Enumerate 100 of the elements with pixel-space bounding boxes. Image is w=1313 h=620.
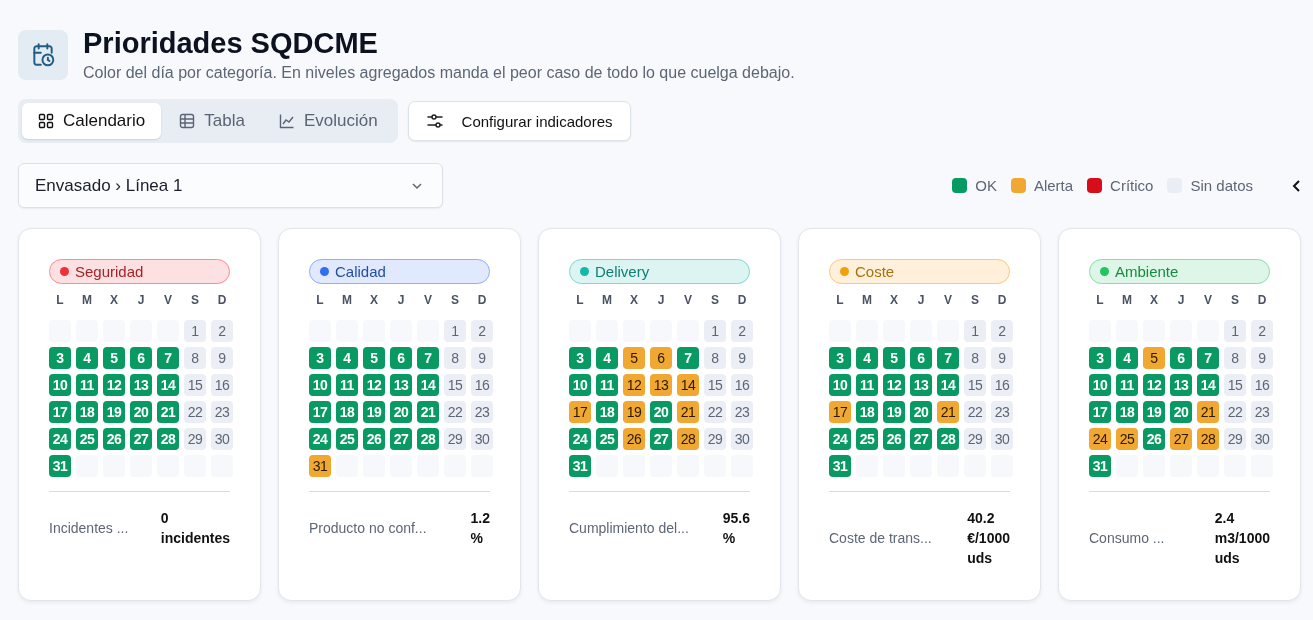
metric-label: Incidentes ...	[49, 520, 129, 536]
day-cell: 21	[677, 401, 699, 423]
day-cell: 25	[76, 428, 98, 450]
day-cell: 29	[184, 428, 206, 450]
day-cell: 10	[1089, 374, 1111, 396]
day-cell: 1	[704, 320, 726, 342]
day-cell: 7	[417, 347, 439, 369]
day-cell: 8	[184, 347, 206, 369]
day-cell: 9	[471, 347, 493, 369]
weekday-label: S	[450, 293, 460, 307]
legend-label: OK	[975, 177, 997, 194]
weekday-label: M	[861, 293, 873, 307]
weekday-label: J	[1176, 293, 1186, 307]
day-cell: 10	[569, 374, 591, 396]
weekday-label: D	[996, 293, 1008, 307]
metric-value: 95.6 %	[722, 509, 750, 548]
day-cell: 2	[211, 320, 233, 342]
weekday-label: S	[970, 293, 980, 307]
weekday-label: D	[736, 293, 748, 307]
day-cell: 21	[157, 401, 179, 423]
category-name: Delivery	[595, 263, 650, 280]
weekday-label: V	[163, 293, 173, 307]
day-cell: 28	[417, 428, 439, 450]
day-cell: 10	[49, 374, 71, 396]
view-tab[interactable]: Calendario	[22, 103, 162, 139]
legend-label: Sin datos	[1190, 177, 1253, 194]
day-cell: 18	[596, 401, 618, 423]
day-cell: 23	[1251, 401, 1273, 423]
day-cell: 2	[471, 320, 493, 342]
scope-dropdown[interactable]: Envasado › Línea 1	[18, 163, 443, 208]
day-cell: 19	[103, 401, 125, 423]
day-cell: 25	[856, 428, 878, 450]
day-cell: 29	[1224, 428, 1246, 450]
weekday-label: V	[943, 293, 953, 307]
metric-label: Cumplimiento del...	[569, 520, 689, 536]
day-cell: 9	[731, 347, 753, 369]
metric-value: 1.2 %	[470, 509, 490, 548]
day-cell: 23	[991, 401, 1013, 423]
day-cell: 4	[1116, 347, 1138, 369]
day-cell: 11	[1116, 374, 1138, 396]
day-cell: 17	[49, 401, 71, 423]
day-cell: 11	[336, 374, 358, 396]
day-cell: 27	[130, 428, 152, 450]
day-cell: 15	[184, 374, 206, 396]
weekday-label: S	[710, 293, 720, 307]
day-cell: 3	[1089, 347, 1111, 369]
weekday-label: X	[1149, 293, 1159, 307]
day-cell: 20	[650, 401, 672, 423]
view-tab[interactable]: Tabla	[163, 103, 261, 139]
chevron-left-icon[interactable]	[1291, 178, 1301, 193]
day-cell: 31	[49, 455, 71, 477]
weekday-label: D	[1256, 293, 1268, 307]
day-cell: 30	[991, 428, 1013, 450]
day-cell: 30	[731, 428, 753, 450]
day-cell: 17	[1089, 401, 1111, 423]
day-cell: 25	[336, 428, 358, 450]
day-cell: 27	[650, 428, 672, 450]
weekday-label: V	[423, 293, 433, 307]
day-cell: 31	[569, 455, 591, 477]
day-cell: 23	[731, 401, 753, 423]
metric-value: 40.2 €/1000 uds	[967, 509, 1010, 568]
weekday-label: X	[889, 293, 899, 307]
day-cell: 29	[444, 428, 466, 450]
day-cell: 13	[390, 374, 412, 396]
day-cell: 6	[130, 347, 152, 369]
day-cell: 19	[883, 401, 905, 423]
day-cell: 12	[623, 374, 645, 396]
day-cell: 25	[596, 428, 618, 450]
day-cell: 31	[1089, 455, 1111, 477]
day-cell: 12	[1143, 374, 1165, 396]
day-cell: 26	[363, 428, 385, 450]
weekday-label: D	[476, 293, 488, 307]
metric-label: Coste de trans...	[829, 530, 932, 546]
day-cell: 16	[211, 374, 233, 396]
weekday-label: L	[1095, 293, 1105, 307]
day-cell: 16	[731, 374, 753, 396]
day-cell: 3	[49, 347, 71, 369]
day-cell: 29	[704, 428, 726, 450]
day-cell: 13	[910, 374, 932, 396]
day-cell: 25	[1116, 428, 1138, 450]
day-cell: 11	[856, 374, 878, 396]
configure-button[interactable]: Configurar indicadores	[407, 101, 631, 141]
legend-label: Alerta	[1033, 177, 1074, 194]
day-cell: 5	[1143, 347, 1165, 369]
day-cell: 20	[1170, 401, 1192, 423]
table-icon	[179, 113, 196, 129]
day-cell: 20	[130, 401, 152, 423]
weekday-label: J	[136, 293, 146, 307]
day-cell: 5	[363, 347, 385, 369]
day-cell: 7	[937, 347, 959, 369]
day-cell: 30	[1251, 428, 1273, 450]
day-cell: 14	[1197, 374, 1219, 396]
day-cell: 19	[363, 401, 385, 423]
day-cell: 16	[471, 374, 493, 396]
day-cell: 12	[103, 374, 125, 396]
view-tab[interactable]: Evolución	[262, 103, 394, 139]
day-cell: 5	[623, 347, 645, 369]
day-cell: 2	[731, 320, 753, 342]
day-cell: 15	[1224, 374, 1246, 396]
day-cell: 20	[390, 401, 412, 423]
